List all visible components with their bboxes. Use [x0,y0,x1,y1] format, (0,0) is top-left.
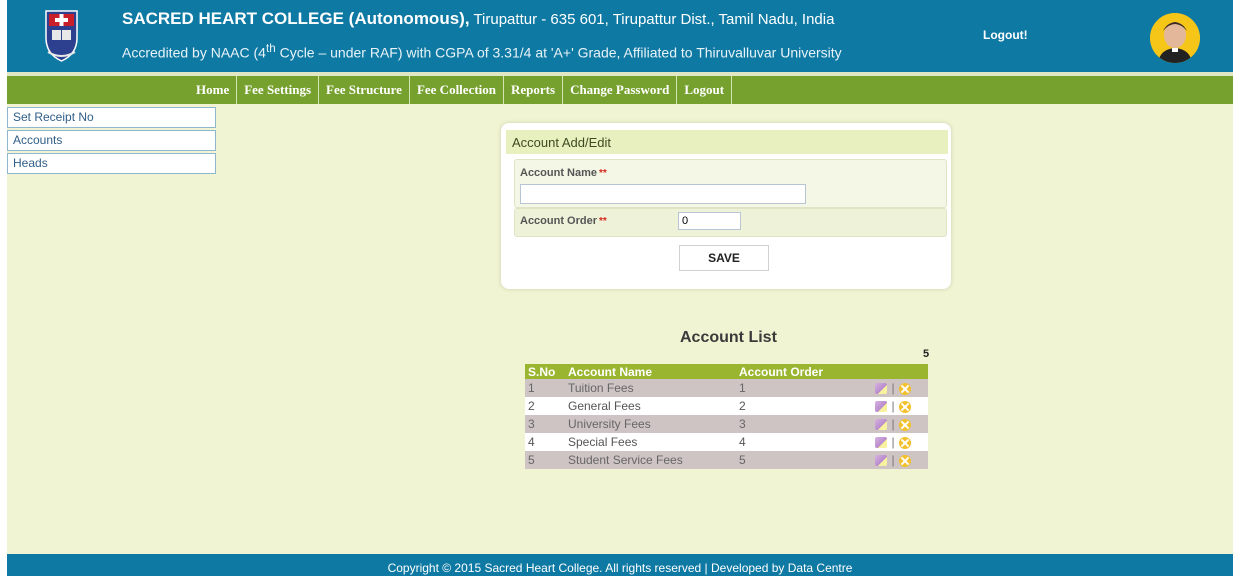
cell-account-order: 2 [736,397,858,415]
account-name-input[interactable] [520,184,806,204]
nav-home[interactable]: Home [189,76,238,104]
accreditation-sup: th [265,42,276,55]
account-list-title: Account List [680,329,777,346]
account-count: 5 [923,348,930,360]
cell-account-order: 4 [736,433,858,451]
accreditation-prefix: Accredited by NAAC (4 [122,44,266,61]
form-header: Account Add/Edit [506,130,948,154]
sidebar: Set Receipt No Accounts Heads [7,107,216,176]
delete-icon[interactable] [898,454,911,467]
cell-account-order: 1 [736,379,858,397]
edit-icon[interactable] [875,401,888,413]
column-header-account-name: Account Name [565,364,736,379]
column-header-sno: S.No [525,364,565,379]
cell-account-name: Student Service Fees [565,451,736,469]
nav-logout[interactable]: Logout [677,76,733,104]
cell-sno: 4 [525,433,565,451]
edit-icon[interactable] [875,419,888,431]
cell-sno: 3 [525,415,565,433]
nav-reports[interactable]: Reports [504,76,564,104]
cell-account-name: Tuition Fees [565,379,736,397]
action-separator: | [891,453,895,467]
account-order-label: Account Order ** [520,215,607,227]
nav-change-password[interactable]: Change Password [563,76,678,104]
cell-actions: | [858,397,928,415]
accreditation-text: Accredited by NAAC (4th Cycle – under RA… [122,42,842,61]
delete-icon[interactable] [898,418,911,431]
cell-account-order: 5 [736,451,858,469]
table-header-row: S.No Account Name Account Order [525,364,928,379]
account-name-label-text: Account Name [520,167,598,179]
college-title: SACRED HEART COLLEGE (Autonomous), Tirup… [122,9,834,29]
table-row: 5 Student Service Fees 5 | [525,451,928,469]
delete-icon[interactable] [898,382,911,395]
action-separator: | [891,381,895,395]
cell-actions: | [858,451,928,469]
cell-sno: 2 [525,397,565,415]
account-order-input[interactable] [678,212,741,230]
save-button[interactable]: SAVE [679,245,769,271]
column-header-actions [858,364,928,379]
cell-actions: | [858,433,928,451]
account-table: S.No Account Name Account Order 1 Tuitio… [525,364,928,469]
edit-icon[interactable] [875,455,888,467]
table-row: 2 General Fees 2 | [525,397,928,415]
required-mark: ** [599,216,607,227]
account-name-label: Account Name ** [520,167,607,179]
column-header-account-order: Account Order [736,364,858,379]
logout-link[interactable]: Logout! [983,28,1028,42]
cell-sno: 1 [525,379,565,397]
sidebar-item-accounts[interactable]: Accounts [7,130,216,151]
college-address: Tirupattur - 635 601, Tirupattur Dist., … [469,11,835,28]
footer: Copyright © 2015 Sacred Heart College. A… [7,554,1233,576]
sidebar-item-set-receipt-no[interactable]: Set Receipt No [7,107,216,128]
edit-icon[interactable] [875,437,888,449]
accreditation-suffix: Cycle – under RAF) with CGPA of 3.31/4 a… [275,44,842,61]
account-name-group: Account Name ** [514,159,947,208]
cell-account-name: General Fees [565,397,736,415]
required-mark: ** [599,168,607,179]
header: SACRED HEART COLLEGE (Autonomous), Tirup… [7,0,1233,72]
cell-account-name: Special Fees [565,433,736,451]
action-separator: | [891,417,895,431]
account-order-label-text: Account Order [520,215,598,227]
form-title: Account Add/Edit [512,135,612,150]
college-logo [44,8,79,63]
cell-sno: 5 [525,451,565,469]
account-order-group: Account Order ** [514,208,947,237]
cell-actions: | [858,415,928,433]
nav-fee-settings[interactable]: Fee Settings [237,76,320,104]
table-row: 3 University Fees 3 | [525,415,928,433]
nav-fee-structure[interactable]: Fee Structure [319,76,410,104]
main-nav: Home Fee Settings Fee Structure Fee Coll… [7,76,1233,104]
table-row: 1 Tuition Fees 1 | [525,379,928,397]
cell-account-order: 3 [736,415,858,433]
avatar [1150,13,1200,63]
cell-account-name: University Fees [565,415,736,433]
edit-icon[interactable] [875,383,888,395]
college-name: SACRED HEART COLLEGE (Autonomous), [122,9,470,28]
nav-fee-collection[interactable]: Fee Collection [410,76,505,104]
page-frame: SACRED HEART COLLEGE (Autonomous), Tirup… [7,0,1233,576]
sidebar-item-heads[interactable]: Heads [7,153,216,174]
action-separator: | [891,399,895,413]
delete-icon[interactable] [898,400,911,413]
account-form-card: Account Add/Edit Account Name ** Account … [501,123,951,289]
delete-icon[interactable] [898,436,911,449]
cell-actions: | [858,379,928,397]
table-row: 4 Special Fees 4 | [525,433,928,451]
action-separator: | [891,435,895,449]
